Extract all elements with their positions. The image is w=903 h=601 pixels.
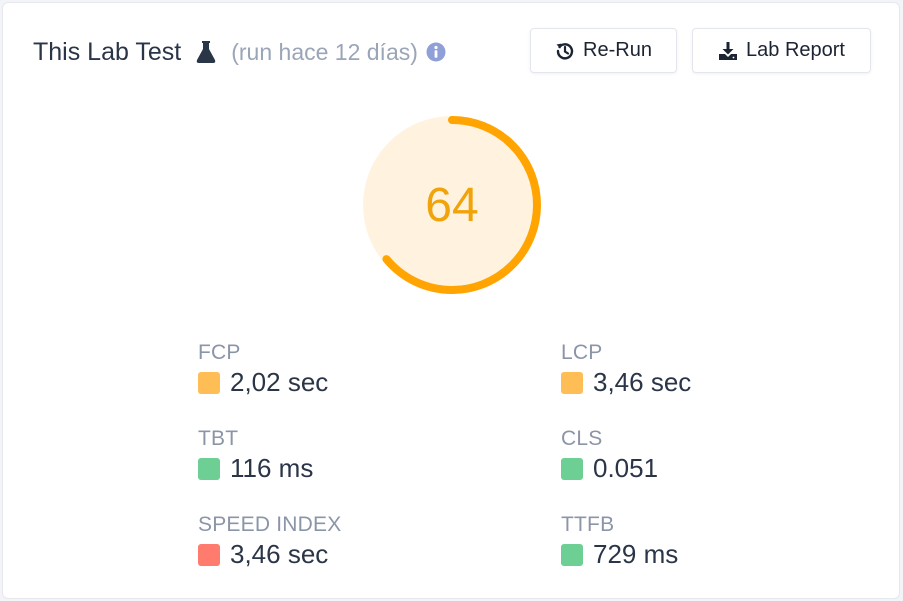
- status-swatch: [561, 371, 583, 394]
- performance-score: 64: [425, 178, 479, 232]
- metric-label: FCP: [198, 341, 241, 364]
- status-swatch: [561, 457, 583, 480]
- metric-label: TBT: [198, 427, 239, 450]
- metric-value: 116 ms: [230, 453, 314, 483]
- metric-value: 729 ms: [593, 539, 679, 569]
- performance-score-gauge: 64: [359, 112, 545, 298]
- metric-ttfb: TTFB 729 ms: [561, 513, 781, 570]
- info-icon[interactable]: [426, 42, 446, 62]
- card-title: This Lab Test: [33, 37, 182, 66]
- rerun-label: Re-Run: [583, 39, 652, 61]
- status-swatch: [561, 543, 583, 566]
- history-icon: [555, 41, 575, 61]
- metric-value: 3,46 sec: [593, 367, 692, 397]
- metric-label: CLS: [561, 427, 603, 450]
- card-header: This Lab Test (run hace 12 días): [33, 31, 446, 73]
- metric-fcp: FCP 2,02 sec: [198, 341, 418, 398]
- lab-report-button[interactable]: Lab Report: [692, 28, 871, 73]
- metric-cls: CLS 0.051: [561, 427, 781, 484]
- lab-report-label: Lab Report: [746, 39, 845, 61]
- lab-test-card: This Lab Test (run hace 12 días) Re-Run: [2, 2, 900, 599]
- rerun-button[interactable]: Re-Run: [530, 28, 677, 73]
- status-swatch: [198, 457, 220, 480]
- metric-lcp: LCP 3,46 sec: [561, 341, 781, 398]
- metric-value: 0.051: [593, 453, 659, 483]
- download-icon: [718, 41, 738, 61]
- metric-label: TTFB: [561, 513, 615, 536]
- metric-speed-index: SPEED INDEX 3,46 sec: [198, 513, 418, 570]
- metric-value: 3,46 sec: [230, 539, 329, 569]
- metric-value: 2,02 sec: [230, 367, 329, 397]
- status-swatch: [198, 371, 220, 394]
- metric-tbt: TBT 116 ms: [198, 427, 418, 484]
- run-info: (run hace 12 días): [231, 38, 418, 65]
- metric-label: LCP: [561, 341, 603, 364]
- status-swatch: [198, 543, 220, 566]
- metric-label: SPEED INDEX: [198, 513, 342, 536]
- flask-icon: [195, 39, 217, 65]
